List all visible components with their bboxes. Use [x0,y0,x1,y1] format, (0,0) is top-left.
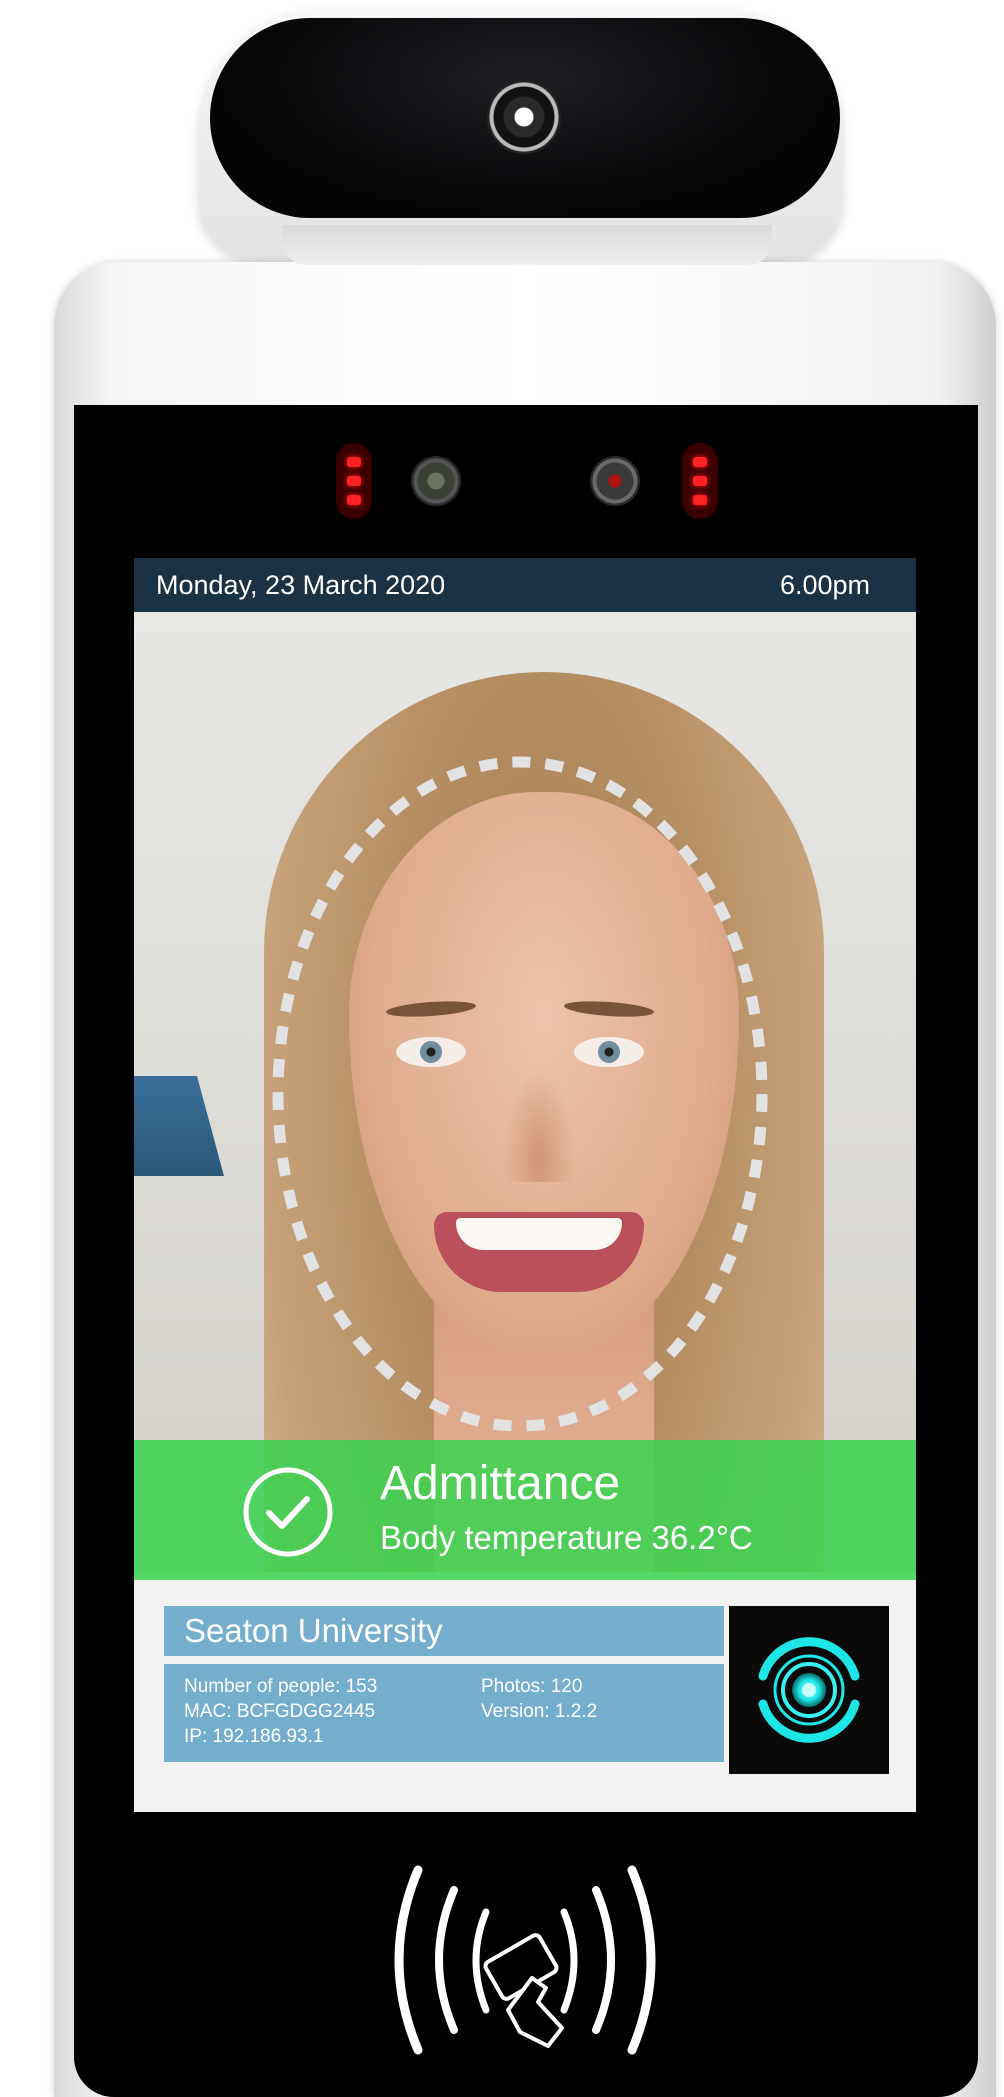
sensor-camera-right-icon [590,456,640,506]
status-bar: Monday, 23 March 2020 6.00pm [134,558,916,612]
device-info-panel: Number of people: 153 MAC: BCFGDGG2445 I… [164,1664,724,1762]
status-date: Monday, 23 March 2020 [156,570,446,600]
display-screen: Monday, 23 March 2020 6.00pm Admittance … [134,558,916,1812]
body-temperature: Body temperature 36.2°C [380,1519,753,1556]
nfc-card-tap-icon [394,1865,656,2055]
people-count: Number of people: 153 [184,1676,378,1697]
ip-address: IP: 192.186.93.1 [184,1726,324,1747]
mac-address: MAC: BCFGDGG2445 [184,1701,376,1722]
fingerprint-scan-icon [758,1637,860,1743]
organization-bar: Seaton University [164,1606,724,1656]
firmware-version: Version: 1.2.2 [481,1701,598,1722]
ir-led-left-icon [336,443,372,519]
admittance-banner: Admittance Body temperature 36.2°C [134,1440,916,1580]
status-time: 6.00pm [779,570,870,600]
ir-led-right-icon [682,443,718,519]
camera-neck [282,225,772,265]
organization-name: Seaton University [184,1612,443,1649]
camera-lens-icon [487,80,561,154]
face-recognition-terminal: Monday, 23 March 2020 6.00pm Admittance … [0,0,1004,2097]
photo-count: Photos: 120 [481,1676,583,1697]
sensor-camera-left-icon [411,456,461,506]
biometric-tile [729,1606,889,1774]
admittance-status: Admittance [380,1457,621,1510]
check-circle-icon [243,1467,333,1557]
